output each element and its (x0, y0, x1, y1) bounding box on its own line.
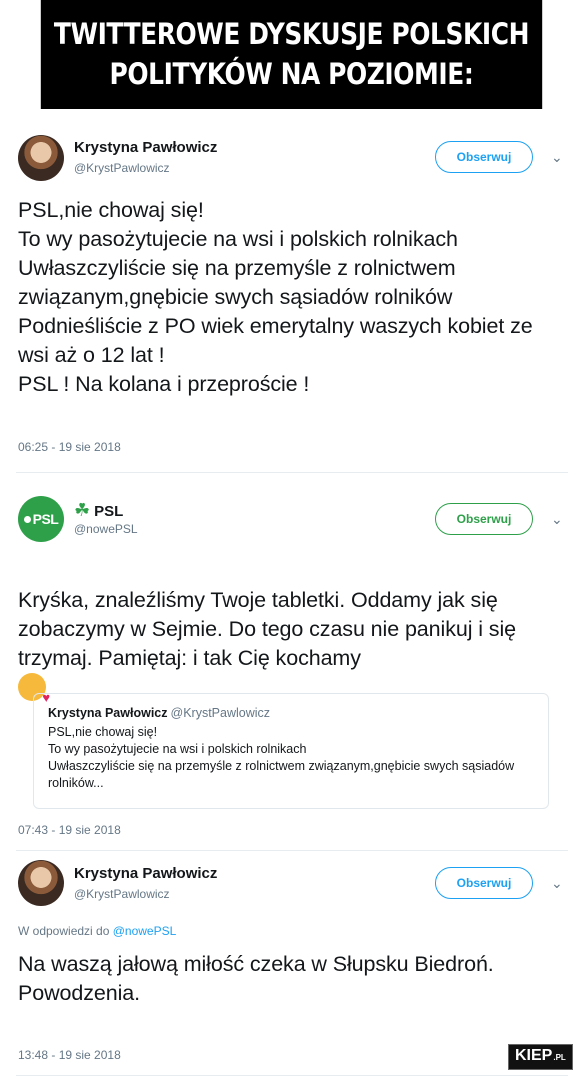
quote-text: PSL,nie chowaj się! To wy pasożytujecie … (48, 725, 515, 790)
tweet-text-block: Kryśka, znaleźliśmy Twoje tabletki. Odda… (18, 557, 538, 712)
clover-icon: ☘ (74, 500, 91, 520)
reply-handle-link[interactable]: @nowePSL (113, 924, 177, 938)
author-name-row[interactable]: ☘ PSL (74, 500, 123, 521)
reply-context: W odpowiedzi do @nowePSL (18, 924, 176, 938)
author-handle[interactable]: @nowePSL (74, 522, 138, 536)
follow-button[interactable]: Obserwuj (435, 503, 533, 535)
tweet-text: Kryśka, znaleźliśmy Twoje tabletki. Odda… (18, 588, 516, 670)
tweet-text: PSL,nie chowaj się! To wy pasożytujecie … (18, 198, 533, 396)
quote-author-handle: @KrystPawlowicz (170, 706, 271, 720)
tweet-timestamp[interactable]: 06:25 - 19 sie 2018 (18, 440, 121, 454)
avatar[interactable] (18, 860, 64, 906)
divider (16, 1075, 568, 1076)
author-name[interactable]: Krystyna Pawłowicz (74, 139, 217, 156)
watermark-main: KIEP (515, 1047, 553, 1064)
reply-prefix: W odpowiedzi do (18, 924, 110, 938)
avatar-text: PSL (32, 511, 59, 527)
chevron-down-icon[interactable]: ⌄ (551, 876, 565, 890)
author-handle[interactable]: @KrystPawlowicz (74, 161, 170, 175)
tweet-timestamp[interactable]: 07:43 - 19 sie 2018 (18, 823, 121, 837)
quote-author-name: Krystyna Pawłowicz (48, 706, 168, 720)
banner-line-1: TWITTEROWE DYSKUSJE POLSKICH (53, 17, 530, 51)
tweet-text: Na waszą jałową miłość czeka w Słupsku B… (18, 952, 494, 1005)
meme-banner: TWITTEROWE DYSKUSJE POLSKICH POLITYKÓW N… (40, 0, 543, 109)
psl-logo-dot (23, 515, 31, 523)
author-handle[interactable]: @KrystPawlowicz (74, 887, 170, 901)
chevron-down-icon[interactable]: ⌄ (551, 150, 565, 164)
quoted-tweet[interactable]: Krystyna Pawłowicz @KrystPawlowicz PSL,ni… (33, 693, 549, 809)
banner-line-2: POLITYKÓW NA POZIOMIE: (109, 57, 474, 91)
author-name[interactable]: Krystyna Pawłowicz (74, 865, 217, 882)
follow-button[interactable]: Obserwuj (435, 867, 533, 899)
site-watermark: KIEP .PL (508, 1044, 573, 1070)
avatar[interactable]: PSL (18, 496, 64, 542)
avatar[interactable] (18, 135, 64, 181)
author-name: PSL (94, 503, 124, 520)
tweet-timestamp[interactable]: 13:48 - 19 sie 2018 (18, 1048, 121, 1062)
watermark-suffix: .PL (553, 1053, 566, 1062)
follow-button[interactable]: Obserwuj (435, 141, 533, 173)
divider (16, 850, 568, 851)
quote-header: Krystyna Pawłowicz @KrystPawlowicz (48, 706, 534, 720)
chevron-down-icon[interactable]: ⌄ (551, 512, 565, 526)
divider (16, 472, 568, 473)
